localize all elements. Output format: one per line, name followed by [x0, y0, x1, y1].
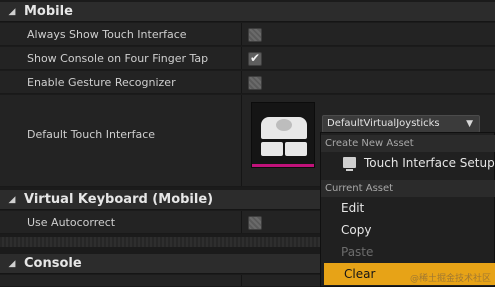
- menu-item-label: Clear: [344, 267, 376, 281]
- collapse-arrow-icon[interactable]: ◢: [4, 259, 20, 269]
- section-header-mobile[interactable]: ◢ Mobile: [0, 2, 495, 22]
- joystick-knob-shape: [276, 119, 292, 131]
- asset-context-menu: Create New Asset Touch Interface Setup C…: [320, 132, 495, 287]
- column-divider[interactable]: [241, 23, 242, 45]
- collapse-arrow-icon[interactable]: ◢: [4, 7, 20, 17]
- enable-gesture-checkbox[interactable]: [248, 76, 262, 90]
- dropdown-caret-icon: ▼: [466, 119, 473, 129]
- column-divider[interactable]: [241, 95, 242, 186]
- thumbnail-pad-left: [261, 142, 283, 156]
- row-show-console-four-finger: Show Console on Four Finger Tap ✔: [0, 47, 495, 70]
- asset-thumbnail[interactable]: [251, 102, 315, 168]
- column-divider[interactable]: [241, 47, 242, 69]
- collapse-arrow-icon[interactable]: ◢: [4, 195, 20, 205]
- menu-item-label: Touch Interface Setup: [364, 156, 495, 170]
- row-label: Show Console on Four Finger Tap: [27, 52, 209, 65]
- row-enable-gesture-recognizer: Enable Gesture Recognizer: [0, 71, 495, 94]
- row-label: Enable Gesture Recognizer: [27, 76, 176, 89]
- menu-item-touch-interface-setup[interactable]: Touch Interface Setup: [321, 152, 495, 174]
- column-divider[interactable]: [241, 71, 242, 93]
- column-divider[interactable]: [241, 211, 242, 233]
- asset-picker-value: DefaultVirtualJoysticks: [327, 118, 440, 129]
- show-console-checkbox[interactable]: ✔: [248, 51, 262, 66]
- menu-item-label: Copy: [341, 223, 372, 237]
- asset-type-color-bar: [252, 164, 314, 167]
- thumbnail-pad-right: [285, 142, 307, 156]
- menu-header-current-asset: Current Asset: [321, 180, 495, 197]
- monitor-icon: [343, 157, 356, 171]
- menu-header-create-new-asset: Create New Asset: [321, 135, 495, 152]
- always-show-touch-checkbox[interactable]: [248, 28, 262, 42]
- menu-item-edit[interactable]: Edit: [321, 197, 495, 219]
- menu-item-label: Paste: [341, 245, 374, 259]
- section-title-virtual-keyboard: Virtual Keyboard (Mobile): [24, 192, 214, 207]
- row-always-show-touch-interface: Always Show Touch Interface: [0, 23, 495, 46]
- row-label: Always Show Touch Interface: [27, 28, 187, 41]
- row-label: Use Autocorrect: [27, 216, 116, 229]
- menu-item-label: Edit: [341, 201, 365, 215]
- menu-item-paste[interactable]: Paste: [321, 241, 495, 263]
- section-title-console: Console: [24, 256, 82, 271]
- checkmark-icon: ✔: [250, 51, 261, 65]
- row-label: Default Touch Interface: [27, 128, 156, 141]
- menu-item-copy[interactable]: Copy: [321, 219, 495, 241]
- use-autocorrect-checkbox[interactable]: [248, 216, 262, 230]
- column-divider[interactable]: [241, 275, 242, 286]
- asset-picker-combo[interactable]: DefaultVirtualJoysticks ▼: [322, 115, 480, 133]
- section-title-mobile: Mobile: [24, 4, 73, 19]
- watermark-text: @稀土掘金技术社区: [409, 274, 491, 284]
